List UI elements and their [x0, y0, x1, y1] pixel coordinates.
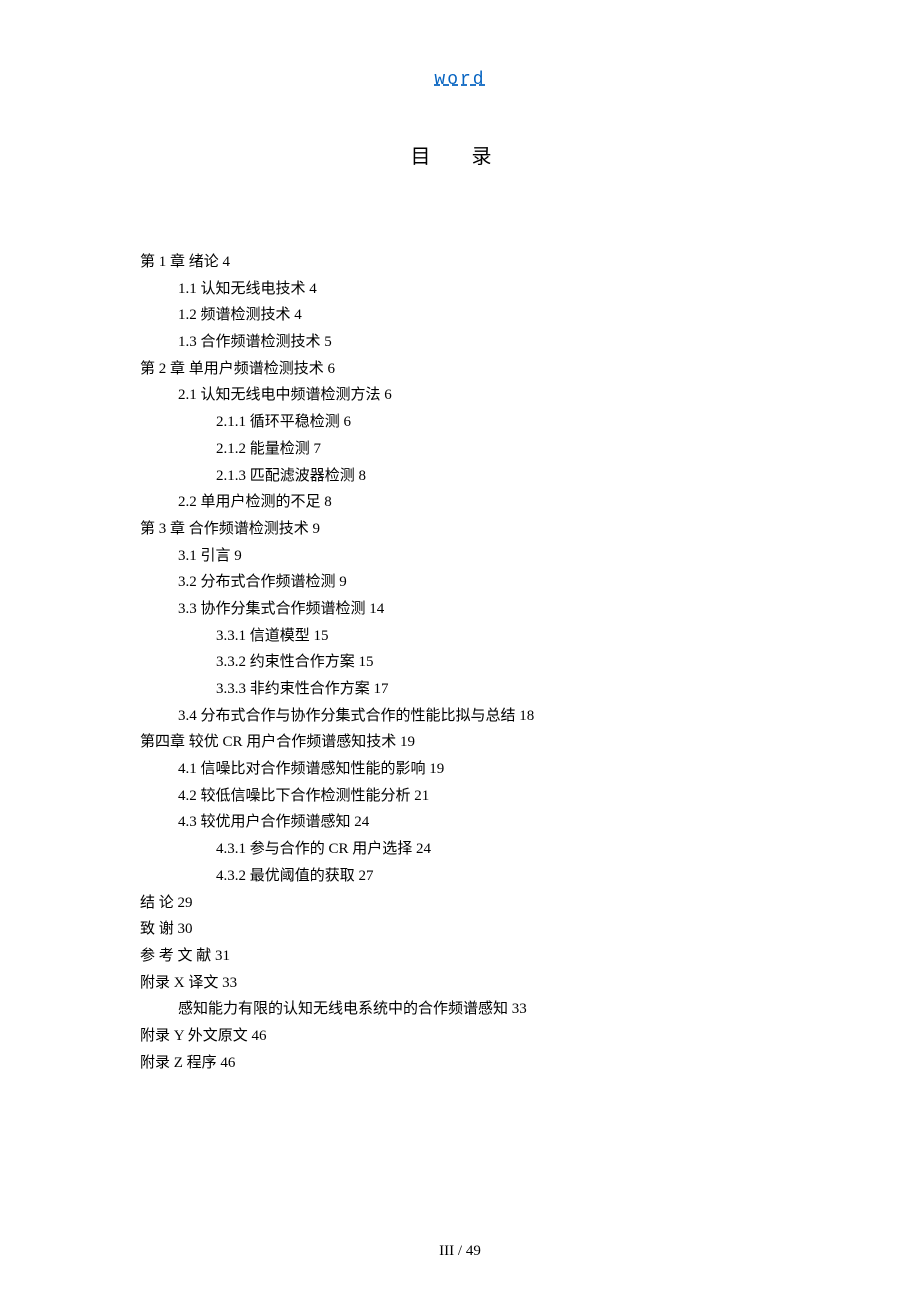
toc-entry: 4.3.2 最优阈值的获取 27 [216, 863, 780, 890]
table-of-contents: 第 1 章 绪论 41.1 认知无线电技术 41.2 频谱检测技术 41.3 合… [140, 249, 780, 1076]
toc-entry: 第 3 章 合作频谱检测技术 9 [140, 516, 780, 543]
toc-entry: 结 论 29 [140, 890, 780, 917]
page-footer: III / 49 [0, 1243, 920, 1260]
page-title: 目 录 [140, 140, 780, 169]
toc-entry: 3.3.2 约束性合作方案 15 [216, 649, 780, 676]
toc-entry: 2.1.2 能量检测 7 [216, 436, 780, 463]
toc-entry: 3.1 引言 9 [178, 543, 780, 570]
toc-entry: 3.2 分布式合作频谱检测 9 [178, 569, 780, 596]
toc-entry: 4.1 信噪比对合作频谱感知性能的影响 19 [178, 756, 780, 783]
toc-entry: 附录 Y 外文原文 46 [140, 1023, 780, 1050]
toc-entry: 参 考 文 献 31 [140, 943, 780, 970]
toc-entry: 4.3 较优用户合作频谱感知 24 [178, 809, 780, 836]
toc-entry: 感知能力有限的认知无线电系统中的合作频谱感知 33 [178, 996, 780, 1023]
toc-entry: 4.3.1 参与合作的 CR 用户选择 24 [216, 836, 780, 863]
toc-entry: 2.2 单用户检测的不足 8 [178, 489, 780, 516]
toc-entry: 3.3.3 非约束性合作方案 17 [216, 676, 780, 703]
toc-entry: 3.3 协作分集式合作频谱检测 14 [178, 596, 780, 623]
toc-entry: 1.2 频谱检测技术 4 [178, 302, 780, 329]
toc-entry: 第四章 较优 CR 用户合作频谱感知技术 19 [140, 729, 780, 756]
header-container: word [140, 70, 780, 90]
toc-entry: 第 2 章 单用户频谱检测技术 6 [140, 356, 780, 383]
toc-entry: 致 谢 30 [140, 916, 780, 943]
document-page: word 目 录 第 1 章 绪论 41.1 认知无线电技术 41.2 频谱检测… [0, 0, 920, 1076]
word-link[interactable]: word [434, 70, 485, 90]
toc-entry: 2.1.1 循环平稳检测 6 [216, 409, 780, 436]
toc-entry: 2.1 认知无线电中频谱检测方法 6 [178, 382, 780, 409]
toc-entry: 2.1.3 匹配滤波器检测 8 [216, 463, 780, 490]
toc-entry: 附录 Z 程序 46 [140, 1050, 780, 1077]
toc-entry: 3.3.1 信道模型 15 [216, 623, 780, 650]
toc-entry: 附录 X 译文 33 [140, 970, 780, 997]
toc-entry: 1.3 合作频谱检测技术 5 [178, 329, 780, 356]
toc-entry: 4.2 较低信噪比下合作检测性能分析 21 [178, 783, 780, 810]
toc-entry: 1.1 认知无线电技术 4 [178, 276, 780, 303]
toc-entry: 3.4 分布式合作与协作分集式合作的性能比拟与总结 18 [178, 703, 780, 730]
toc-entry: 第 1 章 绪论 4 [140, 249, 780, 276]
